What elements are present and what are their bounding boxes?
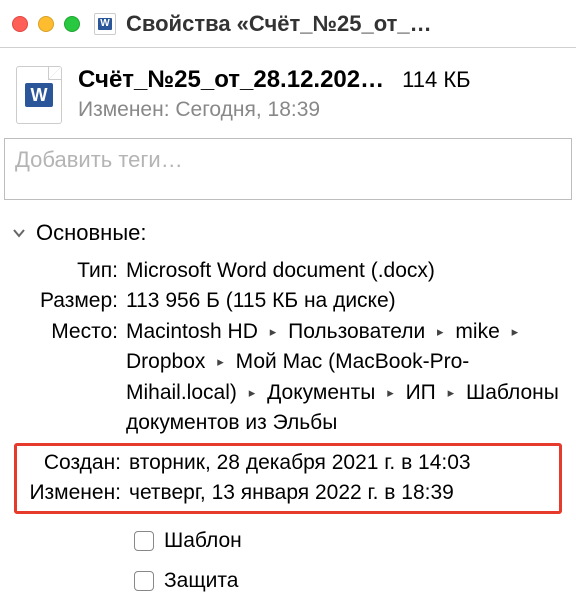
tags-placeholder: Добавить теги… bbox=[15, 147, 561, 173]
label-stationery: Шаблон bbox=[164, 526, 242, 556]
row-modified: Изменен: четверг, 13 января 2022 г. в 18… bbox=[17, 478, 559, 508]
word-icon bbox=[94, 13, 116, 35]
label-created: Создан: bbox=[17, 448, 129, 478]
dates-highlight: Создан: вторник, 28 декабря 2021 г. в 14… bbox=[14, 443, 562, 514]
file-icon bbox=[16, 66, 62, 124]
section-general-header[interactable]: Основные: bbox=[0, 214, 576, 256]
header-modified-value: Сегодня, 18:39 bbox=[175, 98, 320, 121]
minimize-window-button[interactable] bbox=[38, 16, 54, 32]
row-created: Создан: вторник, 28 декабря 2021 г. в 14… bbox=[17, 448, 559, 478]
checkbox-locked[interactable] bbox=[134, 571, 154, 591]
row-type: Тип: Microsoft Word document (.docx) bbox=[14, 256, 562, 286]
checkbox-locked-row[interactable]: Защита bbox=[14, 566, 562, 596]
window-title: Свойства «Счёт_№25_от_… bbox=[126, 11, 564, 37]
label-size: Размер: bbox=[14, 286, 126, 316]
value-created: вторник, 28 декабря 2021 г. в 14:03 bbox=[129, 448, 559, 478]
details-block: Тип: Microsoft Word document (.docx) Раз… bbox=[0, 256, 576, 596]
header-modified: Изменен: Сегодня, 18:39 bbox=[78, 98, 560, 122]
label-locked: Защита bbox=[164, 566, 238, 596]
section-general-title: Основные: bbox=[36, 220, 147, 246]
label-where: Место: bbox=[14, 317, 126, 439]
label-modified: Изменен: bbox=[17, 478, 129, 508]
tags-field[interactable]: Добавить теги… bbox=[4, 138, 572, 200]
titlebar: Свойства «Счёт_№25_от_… bbox=[0, 0, 576, 48]
row-where: Место: Macintosh HD ▸ Пользователи ▸ mik… bbox=[14, 317, 562, 439]
zoom-window-button[interactable] bbox=[64, 16, 80, 32]
checkbox-stationery-row[interactable]: Шаблон bbox=[14, 526, 562, 556]
traffic-lights bbox=[12, 16, 80, 32]
value-type: Microsoft Word document (.docx) bbox=[126, 256, 562, 286]
header-modified-label: Изменен: bbox=[78, 98, 170, 121]
value-size: 113 956 Б (115 КБ на диске) bbox=[126, 286, 562, 316]
file-name: Счёт_№25_от_28.12.202… bbox=[78, 66, 384, 94]
file-header: Счёт_№25_от_28.12.202… 114 КБ Изменен: С… bbox=[0, 48, 576, 138]
chevron-down-icon bbox=[12, 226, 26, 240]
value-where: Macintosh HD ▸ Пользователи ▸ mike ▸ Dro… bbox=[126, 317, 562, 439]
value-modified: четверг, 13 января 2022 г. в 18:39 bbox=[129, 478, 559, 508]
file-size: 114 КБ bbox=[402, 67, 470, 93]
close-window-button[interactable] bbox=[12, 16, 28, 32]
row-size: Размер: 113 956 Б (115 КБ на диске) bbox=[14, 286, 562, 316]
checkbox-stationery[interactable] bbox=[134, 531, 154, 551]
label-type: Тип: bbox=[14, 256, 126, 286]
